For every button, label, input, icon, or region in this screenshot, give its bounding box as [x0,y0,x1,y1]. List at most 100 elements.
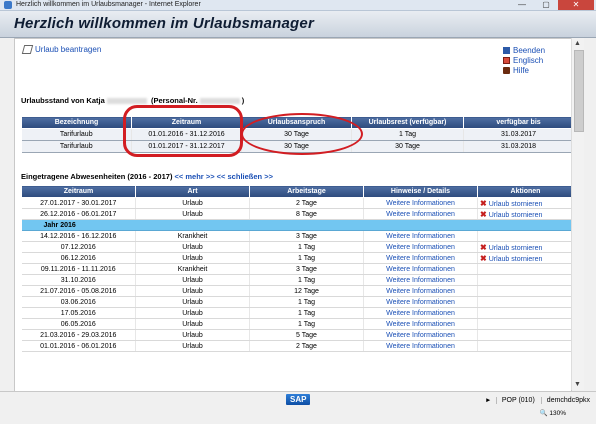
scroll-up-icon[interactable]: ▲ [574,40,581,47]
help-link[interactable]: Hilfe [513,66,529,75]
close-link[interactable]: << schließen >> [217,172,273,181]
absence-type: Urlaub [135,318,250,330]
absence-row: 07.12.2016 Urlaub 1 Tag Weitere Information… [21,241,571,253]
details-link[interactable]: Weitere Informationen [386,233,455,240]
details-link[interactable]: Weitere Informationen [386,255,455,262]
action-cell: ✖ Urlaub stornieren [477,197,571,209]
zoom-value: 130% [549,410,566,417]
cell: 30 Tage [241,140,352,153]
redacted-name [106,98,147,105]
details-link[interactable]: Weitere Informationen [386,277,455,284]
details-link[interactable]: Weitere Informationen [386,211,455,218]
details-cell: Weitere Informationen [363,241,478,253]
absence-days: 2 Tage [249,340,364,352]
absence-period: 21.07.2016 - 05.08.2016 [21,285,136,297]
absence-row: 27.01.2017 - 30.01.2017 Urlaub 2 Tage Weite… [21,197,571,209]
close-button[interactable]: ✕ [558,0,594,10]
exit-icon [503,46,510,54]
cancel-leave-link[interactable]: Urlaub stornieren [489,245,543,252]
absence-type: Urlaub [135,329,250,341]
absence-period: 17.05.2016 [21,307,136,319]
details-link[interactable]: Weitere Informationen [386,244,455,251]
absence-type: Urlaub [135,208,250,220]
scroll-thumb[interactable] [574,50,584,132]
cell: 31.03.2017 [463,128,571,141]
english-link[interactable]: Englisch [513,56,543,65]
absence-period: 26.12.2016 - 06.01.2017 [21,208,136,220]
vertical-scrollbar[interactable]: ▲ ▼ [571,38,584,390]
absence-period: 03.06.2016 [21,296,136,308]
col-arbeitstage: Arbeitstage [249,185,364,198]
col-zeitraum: Zeitraum [21,185,136,198]
absences-header-row: Zeitraum Art Arbeitstage Hinweise / Deta… [21,185,571,198]
col-hinweise: Hinweise / Details [363,185,478,198]
absence-period: 31.10.2016 [21,274,136,286]
minimize-button[interactable]: — [510,0,534,10]
details-link[interactable]: Weitere Informationen [386,321,455,328]
pop-indicator: POP (010) [495,396,535,404]
absence-row: 21.03.2016 - 29.03.2016 Urlaub 5 Tage Weite… [21,329,571,341]
cell: 30 Tage [241,128,352,141]
leave-status-title: Urlaubsstand von Katja (Personal-Nr. ) [21,96,244,105]
details-link[interactable]: Weitere Informationen [386,343,455,350]
col-urlaubsrest: Urlaubsrest (verfügbar) [351,116,464,129]
details-link[interactable]: Weitere Informationen [386,266,455,273]
browser-icon [4,1,12,9]
page-header: Herzlich willkommen im Urlaubsmanager [0,11,596,38]
absence-days: 3 Tage [249,230,364,242]
scroll-down-icon[interactable]: ▼ [574,381,581,388]
absence-type: Urlaub [135,197,250,209]
details-cell: Weitere Informationen [363,252,478,264]
cancel-icon[interactable]: ✖ [480,243,487,252]
cancel-icon[interactable]: ✖ [480,210,487,219]
absence-days: 1 Tag [249,296,364,308]
absence-period: 14.12.2016 - 16.12.2016 [21,230,136,242]
details-link[interactable]: Weitere Informationen [386,299,455,306]
redacted-number [199,98,240,105]
absence-type: Urlaub [135,241,250,253]
cancel-icon[interactable]: ✖ [480,254,487,263]
cancel-leave-link[interactable]: Urlaub stornieren [489,212,543,219]
absences-title-text: Eingetragene Abwesenheiten (2016 - 2017) [21,172,173,181]
details-link[interactable]: Weitere Informationen [386,310,455,317]
absence-row: 01.01.2016 - 06.01.2016 Urlaub 2 Tage Weite… [21,340,571,352]
details-cell: Weitere Informationen [363,340,478,352]
cell: 31.03.2018 [463,140,571,153]
details-cell: Weitere Informationen [363,230,478,242]
more-link[interactable]: << mehr >> [175,172,215,181]
play-icon: ▸ [486,397,490,404]
absence-days: 3 Tage [249,263,364,275]
absence-row: 31.10.2016 Urlaub 1 Tag Weitere Information… [21,274,571,286]
maximize-button[interactable]: ▢ [534,0,558,10]
cancel-icon[interactable]: ✖ [480,199,487,208]
window-title: Herzlich willkommen im Urlaubsmanager - … [16,1,201,8]
absences-table: Zeitraum Art Arbeitstage Hinweise / Deta… [21,185,571,352]
action-cell [477,274,571,286]
browser-statusbar: SAP ▸ POP (010) demchdc9pkx 🔍 130% [0,391,596,424]
help-link-row[interactable]: Hilfe [503,65,545,75]
end-link[interactable]: Beenden [513,46,545,55]
absence-row: 26.12.2016 - 06.01.2017 Urlaub 8 Tage Weite… [21,208,571,220]
year-group-row: Jahr 2016 [21,219,571,231]
absence-period: 09.11.2016 - 11.11.2016 [21,263,136,275]
details-link[interactable]: Weitere Informationen [386,200,455,207]
zoom-level[interactable]: 🔍 130% [539,409,566,417]
action-cell [477,296,571,308]
end-link-row[interactable]: Beenden [503,45,545,55]
absence-days: 2 Tage [249,197,364,209]
status-row: Tarifurlaub 01.01.2016 - 31.12.2016 30 T… [21,128,571,141]
col-zeitraum: Zeitraum [131,116,242,129]
cell: 01.01.2017 - 31.12.2017 [131,140,242,153]
request-leave-link[interactable]: Urlaub beantragen [35,45,101,54]
details-link[interactable]: Weitere Informationen [386,288,455,295]
col-urlaubsanspruch: Urlaubsanspruch [241,116,352,129]
request-leave-link-wrap[interactable]: Urlaub beantragen [21,45,101,54]
cancel-leave-link[interactable]: Urlaub stornieren [489,201,543,208]
details-cell: Weitere Informationen [363,285,478,297]
details-link[interactable]: Weitere Informationen [386,332,455,339]
cancel-leave-link[interactable]: Urlaub stornieren [489,256,543,263]
year-label: Jahr 2016 [21,219,571,231]
english-link-row[interactable]: Englisch [503,55,545,65]
details-cell: Weitere Informationen [363,307,478,319]
absence-days: 8 Tage [249,208,364,220]
